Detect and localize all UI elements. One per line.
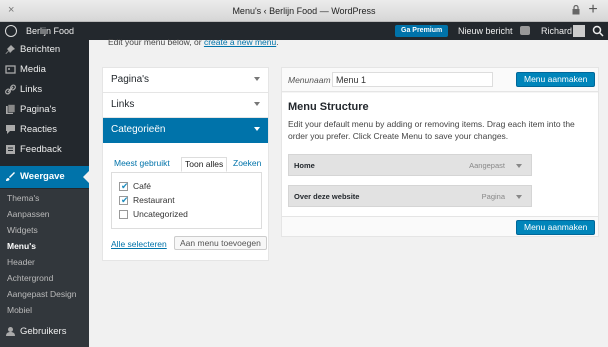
category-label: Café <box>133 181 151 191</box>
sidebar-item-label: Feedback <box>20 144 62 155</box>
intro-text: Edit your menu below, or create a new me… <box>108 37 279 47</box>
submenu-item-header[interactable]: Header <box>7 257 35 267</box>
menu-structure: Menu Structure Edit your default menu by… <box>282 93 598 216</box>
sidebar-item-label: Reacties <box>20 124 57 135</box>
sidebar-item-reacties[interactable]: Reacties <box>0 120 89 140</box>
wordpress-logo-icon[interactable] <box>5 25 17 37</box>
submenu-item-themas[interactable]: Thema's <box>7 193 39 203</box>
avatar[interactable] <box>573 25 585 37</box>
accordion-section-title: Pagina's <box>111 74 150 85</box>
chevron-down-icon <box>254 77 260 81</box>
chevron-down-icon <box>254 127 260 131</box>
sidebar-item-feedback[interactable]: Feedback <box>0 140 89 160</box>
menu-item-name: Home <box>294 161 315 170</box>
checkmark-icon: ✔ <box>121 195 129 205</box>
accordion-section-links[interactable]: Links <box>103 93 268 118</box>
notifications-icon[interactable] <box>520 26 530 35</box>
intro-text-tail: . <box>276 37 279 47</box>
sidebar-item-label: Berichten <box>20 44 61 55</box>
submenu-item-menus[interactable]: Menu's <box>7 241 36 251</box>
active-indicator <box>83 171 89 183</box>
category-checkbox[interactable] <box>119 210 128 219</box>
tab-toon-alles[interactable]: Toon alles <box>181 157 228 172</box>
menu-management-panel: Menunaam Menu aanmaken Menu Structure Ed… <box>281 67 599 237</box>
submenu-item-widgets[interactable]: Widgets <box>7 225 38 235</box>
submenu-item-aangepast-design[interactable]: Aangepast Design <box>7 289 76 299</box>
admin-bar: Berlijn Food Ga Premium Nieuw bericht Ri… <box>0 22 608 40</box>
new-post-link[interactable]: Nieuw bericht <box>458 26 513 36</box>
sidebar-item-label: Links <box>20 84 43 95</box>
chevron-down-icon[interactable] <box>516 164 522 168</box>
sidebar-item-label: Weergave <box>20 171 65 182</box>
browser-titlebar: × Menu's ‹ Berlijn Food — WordPress + <box>0 0 608 22</box>
menu-item-type: Pagina <box>481 192 505 201</box>
menu-name-label: Menunaam <box>288 75 331 85</box>
users-icon <box>6 327 15 336</box>
link-icon <box>5 84 16 95</box>
lock-icon <box>572 5 580 15</box>
accordion-section-title: Categorieën <box>111 124 166 135</box>
submenu-item-mobiel[interactable]: Mobiel <box>7 305 32 315</box>
site-name-link[interactable]: Berlijn Food <box>26 26 74 36</box>
sidebar-item-gebruikers[interactable]: Gebruikers <box>0 322 89 342</box>
comment-icon <box>6 125 15 134</box>
add-to-menu-button[interactable]: Aan menu toevoegen <box>174 236 267 250</box>
sidebar-item-media[interactable]: Media <box>0 60 89 80</box>
sidebar-item-weergave[interactable]: Weergave <box>0 166 89 188</box>
menu-item-type: Aangepast <box>469 161 505 170</box>
category-checkbox[interactable]: ✔ <box>119 195 129 205</box>
menu-item-over-deze-website[interactable]: Over deze website Pagina <box>288 185 532 207</box>
sidebar-item-paginas[interactable]: Pagina's <box>0 100 89 120</box>
pin-icon <box>5 45 15 54</box>
sidebar-item-label: Media <box>20 64 46 75</box>
select-all-link[interactable]: Alle selecteren <box>111 239 167 249</box>
menu-items-accordion: Pagina's Links Categorieën Meest gebruik… <box>102 67 269 261</box>
accordion-section-title: Links <box>111 99 135 110</box>
new-tab-button[interactable]: + <box>584 1 602 19</box>
accordion-section-categorieen[interactable]: Categorieën <box>103 118 268 143</box>
category-checkbox[interactable]: ✔ <box>119 181 129 191</box>
menu-item-home[interactable]: Home Aangepast <box>288 154 532 176</box>
menu-footer-bar: Menu aanmaken <box>282 216 598 236</box>
media-icon <box>5 65 16 74</box>
submenu-item-aanpassen[interactable]: Aanpassen <box>7 209 50 219</box>
accordion-section-paginas[interactable]: Pagina's <box>103 68 268 93</box>
user-name[interactable]: Richard <box>541 26 572 36</box>
tab-zoeken[interactable]: Zoeken <box>233 158 261 172</box>
appearance-icon <box>6 172 15 181</box>
pages-icon <box>6 104 16 114</box>
menu-structure-description: Edit your default menu by adding or remo… <box>288 119 575 141</box>
sidebar-item-berichten[interactable]: Berichten <box>0 40 89 60</box>
chevron-down-icon[interactable] <box>516 195 522 199</box>
sidebar-item-links[interactable]: Links <box>0 80 89 100</box>
menu-structure-heading: Menu Structure <box>288 101 369 113</box>
search-icon[interactable] <box>592 25 604 37</box>
sidebar-item-label: Gebruikers <box>20 326 67 337</box>
create-menu-button-bottom[interactable]: Menu aanmaken <box>516 220 596 235</box>
window-title: Menu's ‹ Berlijn Food — WordPress <box>232 6 376 16</box>
tab-meest-gebruikt[interactable]: Meest gebruikt <box>114 158 170 172</box>
menu-item-name: Over deze website <box>294 192 360 201</box>
feedback-icon <box>6 145 15 154</box>
create-new-menu-link[interactable]: create a new menu <box>204 37 276 47</box>
category-checklist: ✔ Café ✔ Restaurant Uncategorized <box>111 172 262 229</box>
category-label: Restaurant <box>133 195 175 205</box>
menu-name-bar: Menunaam Menu aanmaken <box>282 68 598 92</box>
create-menu-button-top[interactable]: Menu aanmaken <box>516 72 596 87</box>
submenu-item-achtergrond[interactable]: Achtergrond <box>7 273 53 283</box>
intro-text-body: Edit your menu below, or <box>108 37 202 47</box>
menu-name-input[interactable] <box>332 72 493 87</box>
category-label: Uncategorized <box>133 209 188 219</box>
sidebar-item-label: Pagina's <box>20 104 57 115</box>
checkmark-icon: ✔ <box>121 181 129 191</box>
go-premium-button[interactable]: Ga Premium <box>395 25 449 37</box>
chevron-down-icon <box>254 102 260 106</box>
admin-sidebar: Berichten Media Links Pagina's Reacties … <box>0 40 89 347</box>
